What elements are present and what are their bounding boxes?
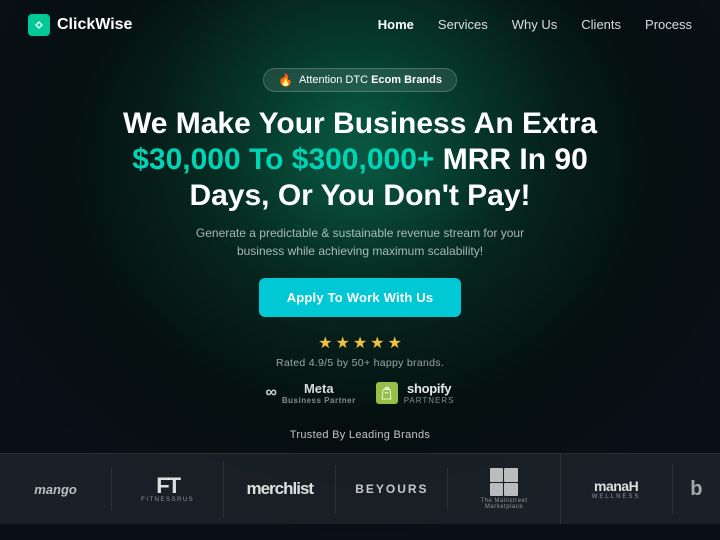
ft-text: FT (156, 475, 179, 497)
logo-icon (28, 14, 50, 36)
ft-logo: FT FITNESSRUS (141, 475, 194, 503)
brand-beyours: BEYOURS (336, 468, 448, 510)
brand-manah: manaH WELLNESS (561, 464, 673, 514)
meta-sq-3 (490, 483, 504, 497)
meta-sq-1 (490, 468, 504, 482)
manah-wrap: manaH WELLNESS (592, 478, 641, 500)
navbar: ClickWise Home Services Why Us Clients P… (0, 0, 720, 50)
meta-partner: ∞ Meta Business Partner (265, 381, 355, 405)
brand-beyours-label: BEYOURS (355, 482, 428, 496)
brand-partial-label: b (690, 478, 702, 501)
nav-links: Home Services Why Us Clients Process (378, 16, 692, 34)
meta-sq-4 (504, 483, 518, 497)
headline-line2: MRR In 90 (443, 143, 588, 176)
cta-button[interactable]: Apply To Work With Us (259, 278, 462, 317)
brand-ft: FT FITNESSRUS (112, 461, 224, 517)
rating-text: Rated 4.9/5 by 50+ happy brands. (20, 357, 700, 369)
meta-icon: ∞ (265, 384, 276, 402)
star-rating: ★ ★ ★ ★ ★ (20, 333, 700, 353)
hero-section: 🔥 Attention DTC Ecom Brands We Make Your… (0, 50, 720, 405)
meta-marketplace-wrap: The MainstreetMarketplace (480, 468, 527, 510)
nav-home[interactable]: Home (378, 17, 414, 32)
meta-sq-2 (504, 468, 518, 482)
badge-text: Attention DTC Ecom Brands (299, 74, 442, 86)
star-2: ★ (335, 333, 349, 353)
brand-partial: b (673, 464, 720, 515)
ft-sub: FITNESSRUS (141, 497, 194, 503)
hero-headline: We Make Your Business An Extra $30,000 T… (100, 106, 620, 214)
meta-marketplace-label: The MainstreetMarketplace (480, 498, 527, 510)
logo[interactable]: ClickWise (28, 14, 132, 36)
nav-services[interactable]: Services (438, 17, 488, 32)
brand-merchlist-label: merchlist (246, 479, 313, 499)
meta-label: Meta (282, 381, 356, 396)
meta-marketplace-grid (490, 468, 518, 496)
brands-bar: mango FT FITNESSRUS merchlist BEYOURS (0, 453, 720, 524)
fire-icon: 🔥 (278, 73, 293, 87)
shopify-partner: shopify partners (376, 381, 455, 405)
hero-subtext: Generate a predictable & sustainable rev… (190, 224, 530, 260)
star-1: ★ (318, 333, 332, 353)
brand-merchlist: merchlist (224, 465, 336, 513)
nav-why-us[interactable]: Why Us (512, 17, 558, 32)
shopify-icon (376, 382, 398, 404)
trusted-section: Trusted By Leading Brands mango FT FITNE… (0, 429, 720, 524)
meta-sub: Business Partner (282, 396, 356, 405)
star-3: ★ (353, 333, 367, 353)
shopify-text: shopify partners (404, 381, 455, 405)
headline-highlight: $30,000 To $300,000+ (132, 143, 434, 176)
headline-line3: Days, Or You Don't Pay! (189, 179, 530, 212)
headline-line1: We Make Your Business An Extra (123, 107, 597, 140)
manah-main: manaH (594, 478, 638, 494)
brand-mango: mango (0, 468, 112, 511)
star-4: ★ (370, 333, 384, 353)
brand-mango-label: mango (34, 482, 77, 497)
partners: ∞ Meta Business Partner shopify partners (20, 381, 700, 405)
logo-text: ClickWise (57, 16, 132, 34)
nav-clients[interactable]: Clients (581, 17, 621, 32)
trusted-title: Trusted By Leading Brands (0, 429, 720, 441)
manah-sub: WELLNESS (592, 494, 641, 500)
attention-badge: 🔥 Attention DTC Ecom Brands (263, 68, 457, 92)
nav-process[interactable]: Process (645, 17, 692, 32)
brand-meta-marketplace: The MainstreetMarketplace (448, 454, 560, 524)
star-5: ★ (388, 333, 402, 353)
